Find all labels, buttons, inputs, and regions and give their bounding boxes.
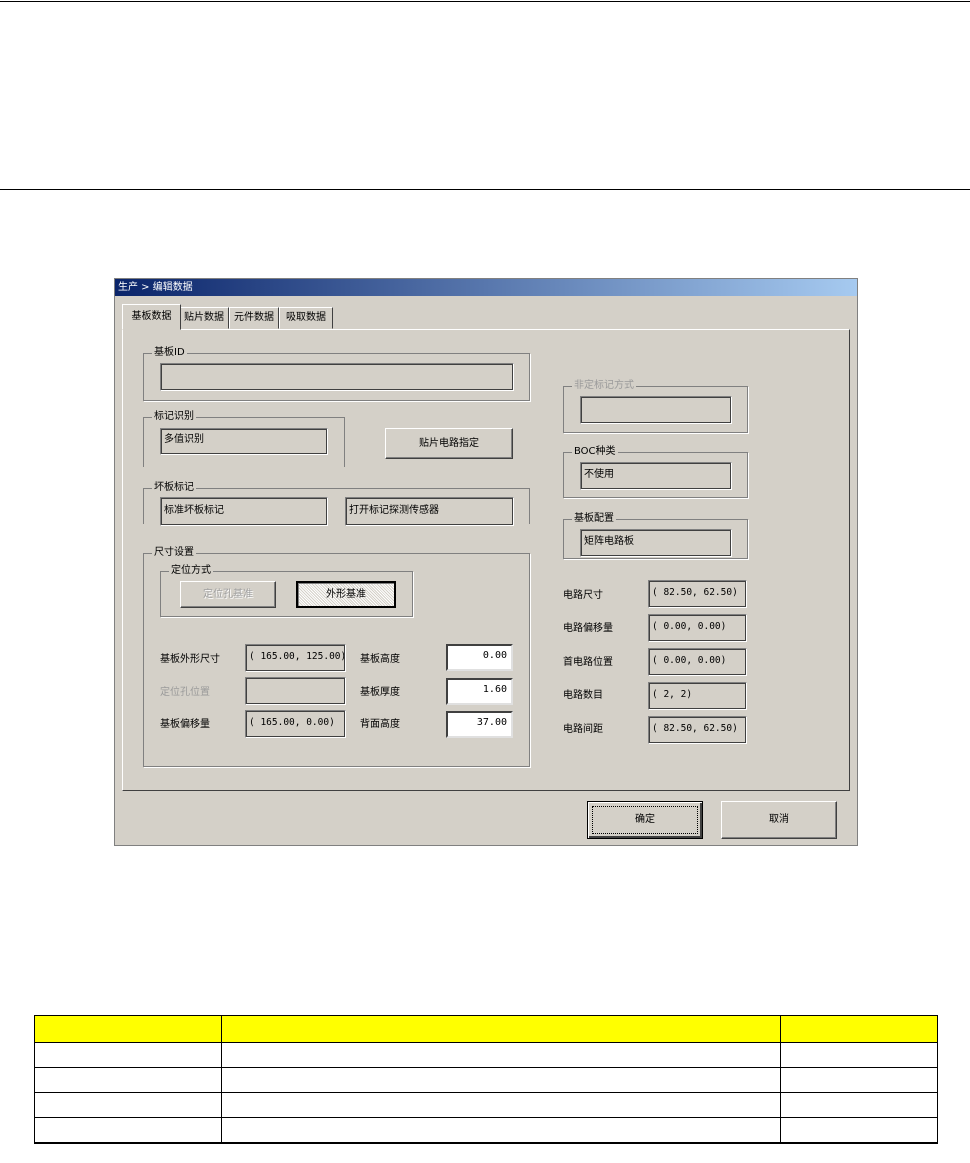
positioning-group: 定位方式 定位孔基准 外形基准 [160,564,413,617]
mark-recognition-group: 标记识别 多值识别 [143,410,345,467]
table-cell [780,1117,938,1144]
boc-type-group: BOC种类 不使用 [563,445,748,498]
table-row [34,1092,938,1118]
circuit-pitch-label: 电路间距 [563,724,603,735]
table-cell [221,1092,781,1118]
hole-reference-button[interactable]: 定位孔基准 [180,581,276,608]
circuit-offset-field: ( 0.00, 0.00) [648,614,747,642]
board-height-label: 基板高度 [360,654,400,665]
bad-mark-field[interactable]: 标准坏板标记 [160,497,328,526]
board-height-input[interactable]: 0.00 [446,644,513,671]
mark-recognition-field[interactable]: 多值识别 [160,428,328,455]
circuit-pitch-field: ( 82.50, 62.50) [648,716,747,744]
board-id-field[interactable] [160,363,514,391]
edit-data-window: 生产 > 编辑数据 基板数据 贴片数据 元件数据 吸取数据 基板ID 标记识别 … [114,278,858,846]
table-row [34,1067,938,1093]
table-header-cell [221,1015,781,1043]
spec-table [34,1015,938,1144]
fixed-mark-method-label: 非定标记方式 [572,379,636,393]
table-cell [780,1067,938,1093]
table-cell [34,1117,222,1144]
tab-board-data[interactable]: 基板数据 [122,304,181,330]
circuit-offset-label: 电路偏移量 [563,623,613,634]
circuit-count-label: 电路数目 [563,690,603,701]
table-cell [34,1092,222,1118]
header-rule [0,189,970,190]
table-cell [221,1067,781,1093]
table-cell [34,1067,222,1093]
hole-position-field [245,677,346,705]
table-header-cell [34,1015,222,1043]
hole-position-label: 定位孔位置 [160,687,210,698]
bad-mark-label: 坏板标记 [152,481,196,495]
window-title: 生产 > 编辑数据 [115,279,857,296]
table-cell [34,1042,222,1068]
circuit-designation-button[interactable]: 贴片电路指定 [385,428,513,459]
first-circuit-position-field: ( 0.00, 0.00) [648,648,747,676]
outline-reference-button[interactable]: 外形基准 [296,581,396,608]
size-setting-group: 尺寸设置 定位方式 定位孔基准 外形基准 基板外形尺寸 ( 165.00, 12… [143,546,530,767]
ok-button-label: 确定 [635,814,655,825]
table-header-row [34,1015,938,1043]
table-cell [221,1117,781,1144]
boc-type-field[interactable]: 不使用 [580,462,732,490]
board-config-field[interactable]: 矩阵电路板 [580,529,732,557]
cancel-button[interactable]: 取消 [721,801,837,839]
board-config-group: 基板配置 矩阵电路板 [563,512,748,559]
ok-button[interactable]: 确定 [587,801,703,839]
board-config-label: 基板配置 [572,512,616,526]
board-thickness-input[interactable]: 1.60 [446,678,513,705]
tab-panel: 基板ID 标记识别 多值识别 贴片电路指定 坏板标记 标准坏板标记 打开标记探测… [122,329,850,791]
bad-mark-group: 坏板标记 标准坏板标记 打开标记探测传感器 [143,481,530,526]
circuit-size-label: 电路尺寸 [563,590,603,601]
tab-pickup-data[interactable]: 吸取数据 [279,307,333,329]
tab-placement-data[interactable]: 贴片数据 [179,307,229,329]
mark-sensor-field[interactable]: 打开标记探测传感器 [345,497,514,526]
boc-type-label: BOC种类 [572,445,618,459]
table-cell [780,1092,938,1118]
circuit-count-field: ( 2, 2) [648,682,747,710]
outline-size-field: ( 165.00, 125.00) [245,644,346,672]
table-cell [780,1042,938,1068]
table-header-cell [780,1015,938,1043]
table-cell [221,1042,781,1068]
first-circuit-position-label: 首电路位置 [563,657,613,668]
back-height-label: 背面高度 [360,719,400,730]
offset-label: 基板偏移量 [160,719,210,730]
board-id-label: 基板ID [152,346,187,360]
board-id-group: 基板ID [143,346,530,401]
mark-recognition-label: 标记识别 [152,410,196,424]
offset-field: ( 165.00, 0.00) [245,710,346,738]
fixed-mark-method-group: 非定标记方式 [563,379,748,433]
size-setting-label: 尺寸设置 [152,546,196,560]
positioning-label: 定位方式 [169,564,213,578]
table-row [34,1117,938,1144]
circuit-size-field: ( 82.50, 62.50) [648,580,747,608]
back-height-input[interactable]: 37.00 [446,711,513,738]
fixed-mark-method-field[interactable] [580,396,732,424]
table-row [34,1042,938,1068]
tab-component-data[interactable]: 元件数据 [229,307,279,329]
top-rule [0,1,970,2]
board-thickness-label: 基板厚度 [360,687,400,698]
outline-size-label: 基板外形尺寸 [160,654,220,665]
